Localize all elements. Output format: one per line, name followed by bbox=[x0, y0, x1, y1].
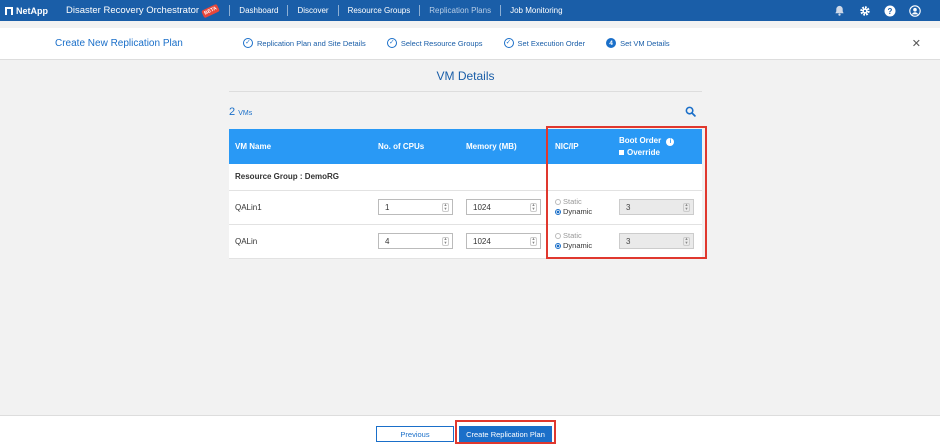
radio-selected-icon bbox=[555, 209, 561, 215]
vm-count-unit: VMs bbox=[238, 110, 253, 117]
static-label: Static bbox=[563, 197, 582, 206]
main-nav: Dashboard Discover Resource Groups Repli… bbox=[229, 0, 571, 21]
wizard-title: Create New Replication Plan bbox=[55, 38, 183, 49]
table-row: QALin 4 ▲ ▼ 1024 ▲ ▼ Static Dynamic 3 ▲ … bbox=[229, 224, 702, 259]
vm-details-table: VM Name No. of CPUs Memory (MB) NIC/IP B… bbox=[229, 129, 702, 259]
logo-text: NetApp bbox=[16, 5, 48, 16]
check-icon: ✓ bbox=[386, 38, 397, 48]
cpu-value: 1 bbox=[385, 202, 390, 212]
check-icon: ✓ bbox=[503, 38, 514, 48]
nav-resource-groups[interactable]: Resource Groups bbox=[337, 5, 420, 16]
step-label: Replication Plan and Site Details bbox=[257, 38, 366, 48]
dynamic-label: Dynamic bbox=[563, 241, 593, 250]
table-header-row: VM Name No. of CPUs Memory (MB) NIC/IP B… bbox=[229, 129, 702, 164]
netapp-logo[interactable]: NetApp bbox=[0, 6, 66, 16]
step-label: Set Execution Order bbox=[517, 38, 586, 48]
nic-dynamic-radio[interactable]: Dynamic bbox=[555, 207, 607, 217]
spinner-icon[interactable]: ▲ ▼ bbox=[442, 202, 449, 212]
vm-name: QALin1 bbox=[229, 190, 372, 225]
radio-icon bbox=[555, 233, 561, 239]
boot-order-value: 3 bbox=[626, 236, 631, 246]
wizard-steps: ✓ Replication Plan and Site Details ✓ Se… bbox=[243, 38, 691, 48]
svg-text:?: ? bbox=[887, 6, 892, 15]
wizard-footer: Previous Create Replication Plan bbox=[0, 415, 940, 445]
resource-group-label: Resource Group : DemoRG bbox=[229, 164, 702, 191]
help-icon[interactable]: ? bbox=[883, 4, 896, 17]
boot-order-value: 3 bbox=[626, 202, 631, 212]
netapp-logo-icon bbox=[5, 6, 13, 15]
nav-dashboard[interactable]: Dashboard bbox=[229, 5, 287, 16]
nic-dynamic-radio[interactable]: Dynamic bbox=[555, 241, 607, 251]
app-title-text: Disaster Recovery Orchestrator bbox=[66, 5, 200, 16]
spinner-icon[interactable]: ▲ ▼ bbox=[530, 202, 537, 212]
step-label: Select Resource Groups bbox=[400, 38, 483, 48]
spinner-icon[interactable]: ▲ ▼ bbox=[530, 236, 537, 246]
static-label: Static bbox=[563, 231, 582, 240]
step-resource-groups[interactable]: ✓ Select Resource Groups bbox=[386, 38, 483, 48]
top-nav-bar: NetApp Disaster Recovery Orchestrator BE… bbox=[0, 0, 940, 21]
radio-icon bbox=[555, 199, 561, 205]
bell-icon[interactable] bbox=[833, 4, 846, 17]
nav-job-monitoring[interactable]: Job Monitoring bbox=[500, 5, 571, 16]
vm-count-number: 2 bbox=[229, 106, 236, 118]
nav-discover[interactable]: Discover bbox=[287, 5, 337, 16]
memory-value: 1024 bbox=[473, 236, 491, 246]
memory-stepper[interactable]: 1024 ▲ ▼ bbox=[466, 199, 541, 215]
radio-selected-icon bbox=[555, 243, 561, 249]
app-title: Disaster Recovery Orchestrator BETA bbox=[66, 3, 229, 18]
create-replication-plan-button[interactable]: Create Replication Plan bbox=[459, 426, 552, 442]
wizard-header: Create New Replication Plan ✓ Replicatio… bbox=[0, 28, 940, 60]
checkbox-icon bbox=[619, 150, 624, 155]
nic-static-radio[interactable]: Static bbox=[555, 231, 607, 241]
header-cpus[interactable]: No. of CPUs bbox=[372, 129, 460, 164]
step-site-details[interactable]: ✓ Replication Plan and Site Details bbox=[243, 38, 366, 48]
header-memory[interactable]: Memory (MB) bbox=[460, 129, 549, 164]
close-icon[interactable]: ✕ bbox=[912, 37, 921, 50]
cpu-stepper[interactable]: 1 ▲ ▼ bbox=[378, 199, 453, 215]
memory-stepper[interactable]: 1024 ▲ ▼ bbox=[466, 233, 541, 249]
memory-value: 1024 bbox=[473, 202, 491, 212]
vm-count: 2 VMs bbox=[229, 106, 252, 118]
boot-order-label: Boot Order bbox=[619, 136, 662, 145]
dynamic-label: Dynamic bbox=[563, 207, 593, 216]
section-title: VM Details bbox=[229, 69, 702, 92]
boot-order-stepper[interactable]: 3 ▲ ▼ bbox=[619, 199, 694, 215]
resource-group-row: Resource Group : DemoRG bbox=[229, 164, 702, 191]
gear-icon[interactable] bbox=[858, 4, 871, 17]
step-vm-details[interactable]: 4 Set VM Details bbox=[606, 38, 670, 48]
check-icon: ✓ bbox=[243, 38, 253, 48]
user-icon[interactable] bbox=[908, 4, 921, 17]
spinner-icon[interactable]: ▲ ▼ bbox=[683, 236, 690, 246]
previous-button[interactable]: Previous bbox=[376, 426, 454, 442]
step-label: Set VM Details bbox=[620, 38, 670, 48]
step-execution-order[interactable]: ✓ Set Execution Order bbox=[503, 38, 586, 48]
spinner-icon[interactable]: ▲ ▼ bbox=[683, 202, 690, 212]
beta-badge: BETA bbox=[201, 3, 221, 18]
step-number: 4 bbox=[606, 38, 617, 48]
table-row: QALin1 1 ▲ ▼ 1024 ▲ ▼ Static Dynamic 3 ▲… bbox=[229, 190, 702, 225]
boot-order-stepper[interactable]: 3 ▲ ▼ bbox=[619, 233, 694, 249]
spinner-icon[interactable]: ▲ ▼ bbox=[442, 236, 449, 246]
cpu-stepper[interactable]: 4 ▲ ▼ bbox=[378, 233, 453, 249]
info-icon[interactable]: i bbox=[666, 138, 675, 146]
vm-name: QALin bbox=[229, 224, 372, 259]
top-icons: ? bbox=[833, 0, 940, 21]
header-vm-name[interactable]: VM Name bbox=[229, 129, 372, 164]
search-icon[interactable] bbox=[685, 106, 696, 119]
override-checkbox[interactable]: Override bbox=[619, 148, 696, 157]
header-nic-ip[interactable]: NIC/IP bbox=[549, 129, 613, 164]
nic-static-radio[interactable]: Static bbox=[555, 197, 607, 207]
override-label: Override bbox=[627, 148, 660, 157]
cpu-value: 4 bbox=[385, 236, 390, 246]
header-boot-order: Boot Order i Override bbox=[613, 129, 702, 164]
nav-replication-plans[interactable]: Replication Plans bbox=[419, 5, 500, 16]
